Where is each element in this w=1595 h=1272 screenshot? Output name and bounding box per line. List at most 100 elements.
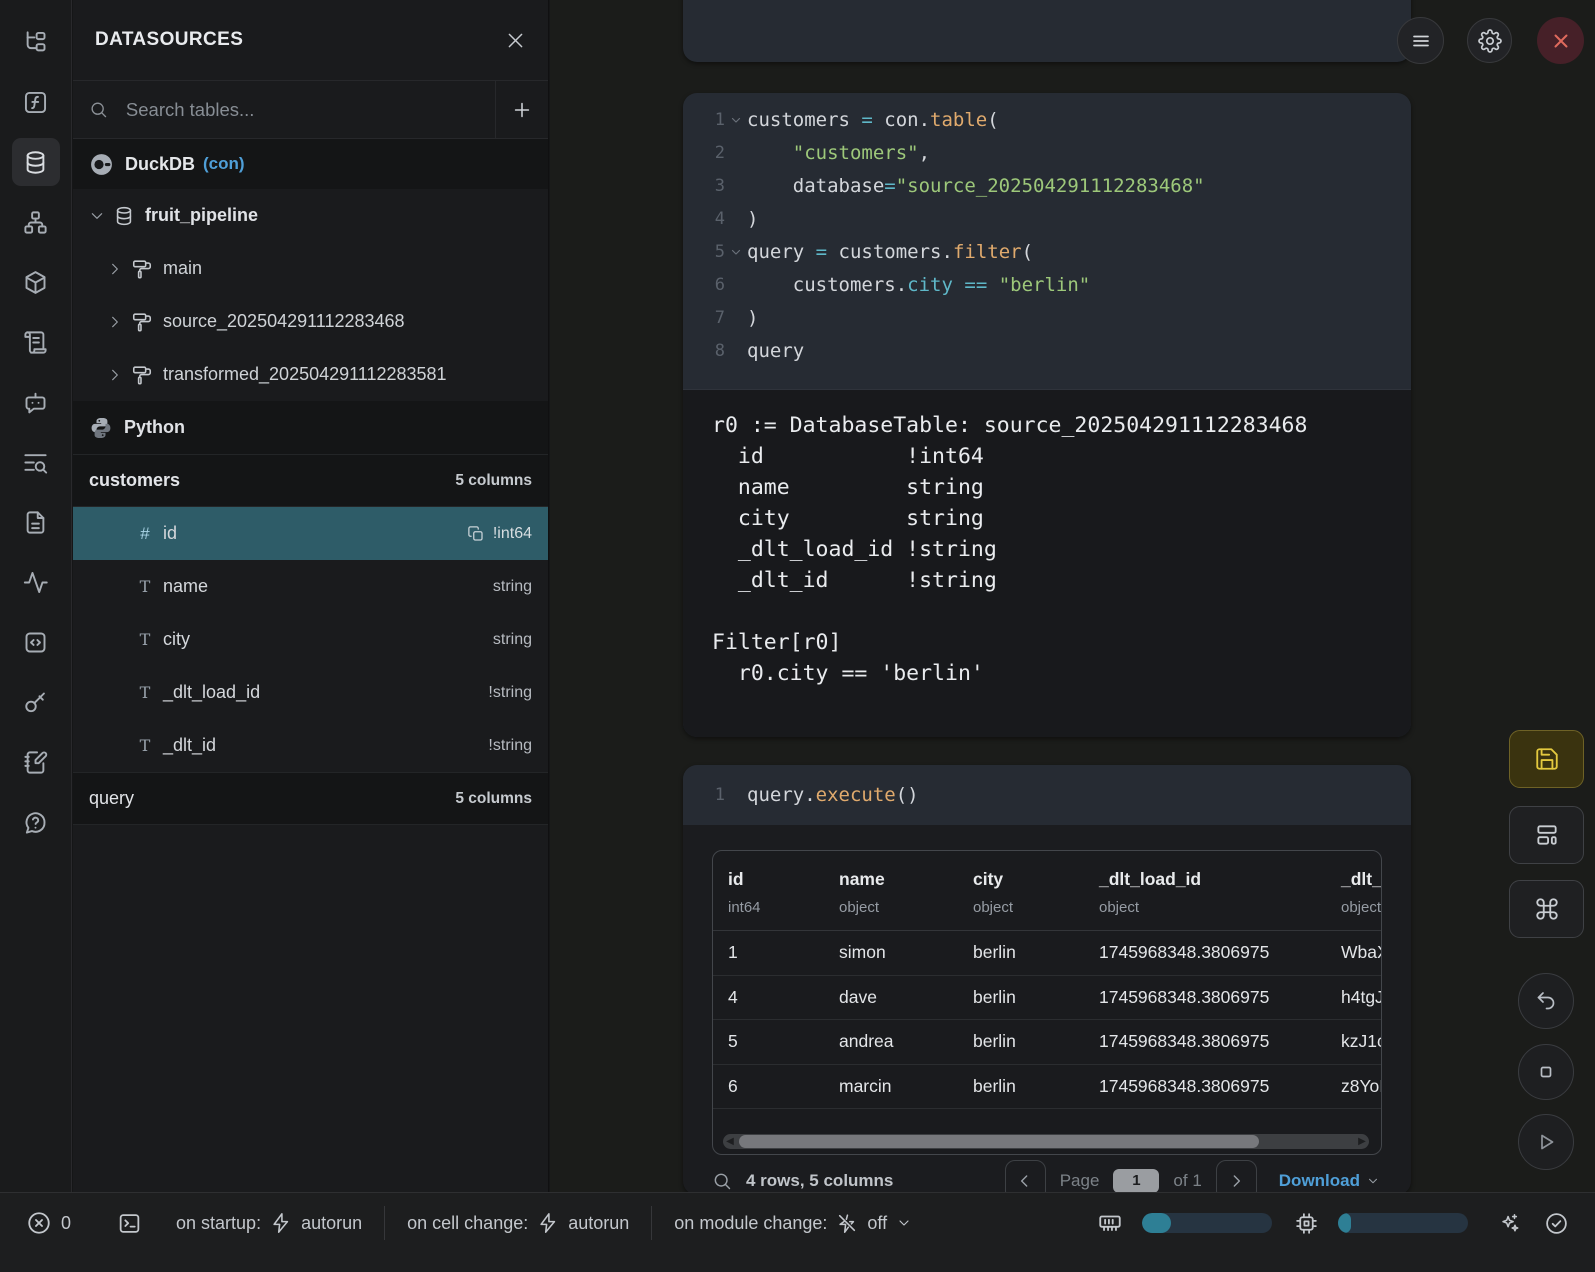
code-line[interactable]: 2 "customers", [683,136,1411,169]
shutdown-button[interactable] [1537,17,1584,64]
column-_dlt_load_id[interactable]: T_dlt_load_id!string [73,666,548,719]
search-input[interactable] [124,98,479,122]
schema-source_202504291112283468[interactable]: source_202504291112283468 [73,295,548,348]
prev-page-button[interactable] [1005,1160,1046,1195]
rail-bot-message-button[interactable] [12,378,60,426]
code-line[interactable]: 1query.execute() [683,779,919,812]
rail-file-tree-button[interactable] [12,18,60,66]
column-name[interactable]: Tnamestring [73,560,548,613]
table-query[interactable]: query5 columns [73,772,548,825]
zap-icon [270,1212,292,1234]
table-footer: 4 rows, 5 columns Page 1 of 1 Download [712,1160,1380,1195]
code-line[interactable]: 3 database="source_202504291112283468" [683,169,1411,202]
text-type-icon: T [133,683,157,702]
schema-transformed_202504291112283581[interactable]: transformed_202504291112283581 [73,348,548,401]
layout-icon [1534,822,1560,848]
code-cell-query[interactable]: 1customers = con.table(2 "customers",3 d… [683,93,1411,737]
rail-activity-button[interactable] [12,558,60,606]
code-line[interactable]: 1customers = con.table( [683,103,1411,136]
engine-python[interactable]: Python [73,401,548,454]
text-type-icon: T [133,630,157,649]
code-line[interactable]: 4con = pipeline.dataset().ibis() [683,0,1411,6]
rail-scroll-text-button[interactable] [12,318,60,366]
column-header-name[interactable]: nameobject [839,869,973,916]
code-cell-execute[interactable]: 1query.execute() idint64nameobjectcityob… [683,765,1411,1195]
terminal-button[interactable] [117,1211,142,1236]
help-bubble-icon [22,809,49,836]
play-icon [1534,1130,1558,1154]
undo-button[interactable] [1518,973,1574,1029]
search-box[interactable] [73,98,495,122]
rail-file-text-button[interactable] [12,498,60,546]
table-search-icon[interactable] [712,1171,732,1191]
save-button[interactable] [1509,730,1584,788]
command-icon [1534,896,1560,922]
column-header-_dlt_id[interactable]: _dlt_idobject [1341,869,1382,916]
chevron-down-icon [896,1215,912,1231]
code-cell-setup[interactable]: pipeline = dlt.attach("fruit_pipeline")4… [683,0,1411,62]
notebook-pen-icon [22,749,49,776]
connection-status[interactable] [1544,1211,1569,1236]
rail-key-button[interactable] [12,678,60,726]
database-fruit_pipeline[interactable]: fruit_pipeline [73,189,548,242]
ai-assistant-button[interactable] [1498,1212,1520,1234]
page-number[interactable]: 1 [1113,1169,1159,1193]
rail-function-square-button[interactable] [12,78,60,126]
code-line[interactable]: 6 customers.city == "berlin" [683,268,1411,301]
column-header-city[interactable]: cityobject [973,869,1099,916]
fold-chevron-icon[interactable] [725,246,747,258]
column-header-_dlt_load_id[interactable]: _dlt_load_idobject [1099,869,1341,916]
copy-icon[interactable] [467,525,485,543]
schema-icon [131,311,153,333]
code-line[interactable]: 4) [683,202,1411,235]
layout-button[interactable] [1509,806,1584,864]
sparkles-icon [1498,1212,1520,1234]
add-connection-button[interactable] [495,81,548,138]
activity-rail [0,0,72,1192]
rail-code-box-button[interactable] [12,618,60,666]
startup-mode[interactable]: on startup: autorun [176,1212,362,1234]
close-icon[interactable] [505,30,526,51]
table-hscrollbar[interactable]: ◀▶ [723,1134,1369,1149]
memory-icon [1097,1210,1123,1236]
schema-main[interactable]: main [73,242,548,295]
command-palette-button[interactable] [1509,880,1584,938]
run-button[interactable] [1518,1114,1574,1170]
connection-duckdb[interactable]: DuckDB(con) [73,139,548,189]
next-page-button[interactable] [1216,1160,1257,1195]
code-line[interactable]: 8query [683,334,1411,367]
column-city[interactable]: Tcitystring [73,613,548,666]
chevron-right-icon [107,314,123,330]
code-line[interactable]: 5query = customers.filter( [683,235,1411,268]
code-line[interactable]: 7) [683,301,1411,334]
error-counter[interactable]: 0 [26,1210,71,1236]
plus-icon [511,99,533,121]
box-icon [22,269,49,296]
table-row: 6marcinberlin1745968348.3806975z8YoIRFnu… [713,1065,1382,1110]
cell-menu-button[interactable] [1397,17,1444,64]
schema-icon [131,258,153,280]
cell-change-mode[interactable]: on cell change: autorun [407,1212,629,1234]
fold-chevron-icon[interactable] [725,114,747,126]
page-of-label: of 1 [1173,1171,1201,1191]
rail-list-search-button[interactable] [12,438,60,486]
stop-button[interactable] [1518,1044,1574,1100]
column-header-id[interactable]: idint64 [728,869,839,916]
code-box-icon [22,629,49,656]
rail-help-bubble-button[interactable] [12,798,60,846]
gear-icon [1478,29,1502,53]
rail-network-button[interactable] [12,198,60,246]
save-icon [1534,746,1560,772]
zap-icon [537,1212,559,1234]
table-customers[interactable]: customers5 columns [73,454,548,507]
rail-box-button[interactable] [12,258,60,306]
module-change-mode[interactable]: on module change: off [674,1212,912,1234]
chevron-down-icon [89,208,105,224]
column-_dlt_id[interactable]: T_dlt_id!string [73,719,548,772]
rail-notebook-pen-button[interactable] [12,738,60,786]
column-id[interactable]: #id!int64 [73,507,548,560]
rail-database-button[interactable] [12,138,60,186]
download-link[interactable]: Download [1279,1171,1380,1191]
settings-button[interactable] [1467,18,1512,63]
function-square-icon [22,89,49,116]
